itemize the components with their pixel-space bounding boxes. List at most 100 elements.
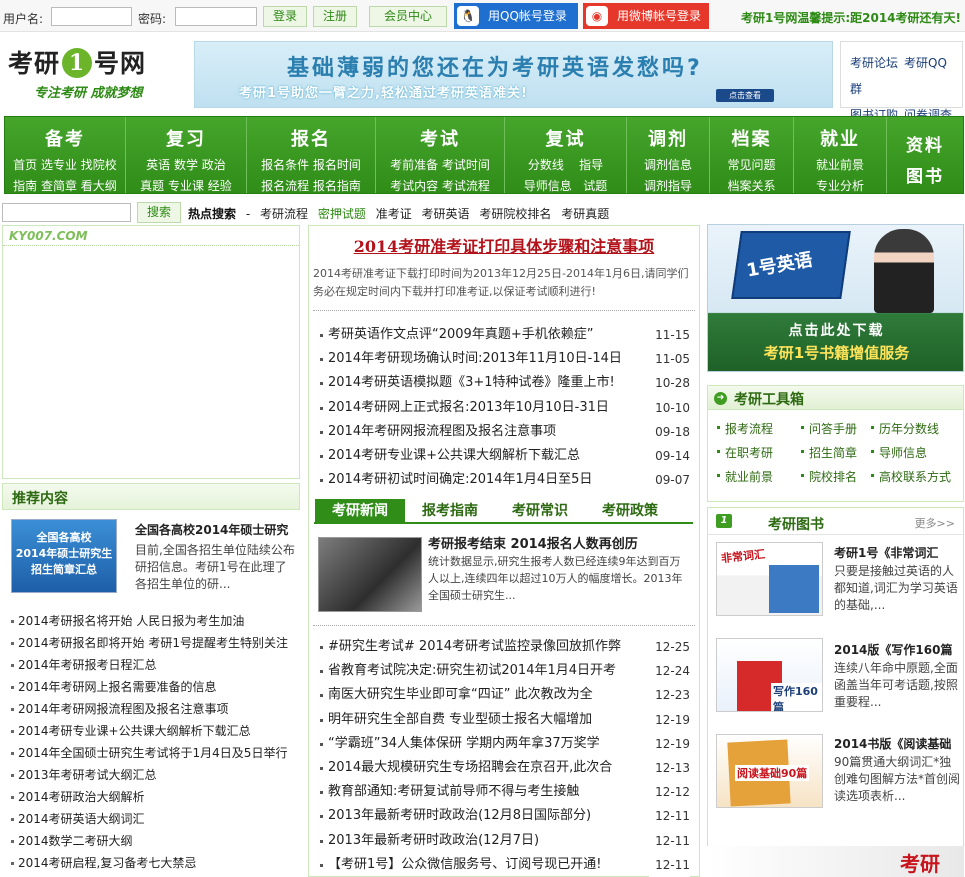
news-title[interactable]: 2014考研网上正式报名:2013年10月10日-31日 xyxy=(328,400,609,415)
site-search-input[interactable] xyxy=(2,203,131,222)
site-logo[interactable]: 考研 1 号网 专注考研 成就梦想 xyxy=(8,44,188,106)
nav-title[interactable]: 资料 xyxy=(887,131,963,156)
feature-news-photo[interactable] xyxy=(318,537,422,612)
username-input[interactable] xyxy=(51,7,132,26)
nav-row[interactable]: 专业分析 xyxy=(794,177,886,194)
site-search-button[interactable]: 搜索 xyxy=(137,202,181,223)
news-item[interactable]: “学霸班”34人集体保研 学期内两年拿37万奖学 12-19 xyxy=(320,731,690,756)
news-item[interactable]: 考研英语作文点评“2009年真题+手机依赖症” 11-15 xyxy=(320,323,690,347)
download-service-ad[interactable]: 1号英语 点击此处下载 考研1号书籍增值服务 xyxy=(707,224,964,372)
nav-title[interactable]: 调剂 xyxy=(627,125,709,151)
nav-row[interactable]: 考试内容 考试流程 xyxy=(376,177,504,194)
qq-login-button[interactable]: 🐧 用QQ帐号登录 xyxy=(454,3,578,29)
news-title[interactable]: 2014年考研现场确认时间:2013年11月10日-14日 xyxy=(328,351,622,366)
nav-retest[interactable]: 复试 分数线 指导 导师信息 试题 xyxy=(505,117,627,193)
news-title[interactable]: 省教育考试院决定:研究生初试2014年1月4日开考 xyxy=(328,663,616,678)
news-title[interactable]: 2013年最新考研时政政治(12月7日) xyxy=(328,833,539,848)
nav-row[interactable]: 分数线 指导 xyxy=(505,156,626,173)
nav-row[interactable]: 首页 选专业 找院校 xyxy=(5,156,125,173)
tool-link[interactable]: 导师信息 xyxy=(871,444,927,461)
news-item[interactable]: #研究生考试# 2014考研考试监控录像回放抓作弊 12-25 xyxy=(320,635,690,659)
news-title[interactable]: 2014考研初试时间确定:2014年1月4日至5日 xyxy=(328,472,592,487)
news-item[interactable]: 2014考研英语模拟题《3+1特种试卷》隆重上市! 10-28 xyxy=(320,371,690,396)
book-title[interactable]: 考研1号《非常词汇 xyxy=(834,544,962,561)
book-cover[interactable]: 非常词汇 xyxy=(716,542,823,616)
tab-knowledge[interactable]: 考研常识 xyxy=(495,499,585,524)
tool-link[interactable]: 招生简章 xyxy=(801,444,857,461)
nav-adjust[interactable]: 调剂 调剂信息 调剂指导 xyxy=(627,117,710,193)
news-item[interactable]: 2014最大规模研究生专场招聘会在京召开,此次合 12-13 xyxy=(320,755,690,780)
nav-career[interactable]: 就业 就业前景 专业分析 xyxy=(794,117,887,193)
hot-item[interactable]: 准考证 xyxy=(376,207,412,221)
nav-row[interactable]: 真题 专业课 经验 xyxy=(126,177,246,194)
hot-item[interactable]: 考研英语 xyxy=(422,207,470,221)
news-title[interactable]: 2014考研英语模拟题《3+1特种试卷》隆重上市! xyxy=(328,375,615,390)
nav-row[interactable]: 指南 查简章 看大纲 xyxy=(5,177,125,194)
forum-link[interactable]: 考研论坛 xyxy=(850,56,898,70)
nav-title[interactable]: 复习 xyxy=(126,125,246,151)
nav-row[interactable]: 调剂信息 xyxy=(627,156,709,173)
list-item[interactable]: 2014年全国硕士研究生考试将于1月4日及5日举行 xyxy=(10,742,300,764)
nav-title[interactable]: 报名 xyxy=(247,125,375,151)
nav-row[interactable]: 调剂指导 xyxy=(627,177,709,194)
news-title[interactable]: 2014考研专业课+公共课大纲解析下载汇总 xyxy=(328,448,580,463)
nav-materials[interactable]: 资料 图书 xyxy=(887,117,963,193)
book-cover[interactable]: 写作160篇 xyxy=(716,638,823,712)
nav-row[interactable]: 常见问题 xyxy=(710,156,793,173)
nav-archive[interactable]: 档案 常见问题 档案关系 xyxy=(710,117,794,193)
nav-title[interactable]: 复试 xyxy=(505,125,626,151)
recommend-title[interactable]: 全国各高校2014年硕士研究 xyxy=(135,521,288,538)
list-item[interactable]: 2014年考研网报流程图及报名注意事项 xyxy=(10,698,300,720)
nav-title[interactable]: 考试 xyxy=(376,125,504,151)
news-item[interactable]: 2014年考研网报流程图及报名注意事项 09-18 xyxy=(320,419,690,444)
book-title[interactable]: 2014书版《阅读基础 xyxy=(834,735,962,752)
news-item[interactable]: 2014年考研现场确认时间:2013年11月10日-14日 11-05 xyxy=(320,347,690,372)
nav-title[interactable]: 备考 xyxy=(5,125,125,151)
news-item[interactable]: 2013年最新考研时政政治(12月8日国际部分) 12-11 xyxy=(320,804,690,829)
news-item[interactable]: 教育部通知:考研复试前导师不得与考生接触 12-12 xyxy=(320,780,690,805)
news-item[interactable]: 明年研究生全部自费 专业型硕士报名大幅增加 12-19 xyxy=(320,707,690,732)
news-title[interactable]: #研究生考试# 2014考研考试监控录像回放抓作弊 xyxy=(328,639,621,654)
news-item[interactable]: 2014考研网上正式报名:2013年10月10日-31日 10-10 xyxy=(320,395,690,420)
list-item[interactable]: 2014考研政治大纲解析 xyxy=(10,786,300,808)
nav-row[interactable]: 导师信息 试题 xyxy=(505,177,626,194)
list-item[interactable]: 2014考研报名将开始 人民日报为考生加油 xyxy=(10,610,300,632)
member-center-button[interactable]: 会员中心 xyxy=(369,6,447,27)
banner-view-button[interactable]: 点击查看 xyxy=(716,89,774,102)
tool-link[interactable]: 问答手册 xyxy=(801,420,857,437)
news-title[interactable]: 明年研究生全部自费 专业型硕士报名大幅增加 xyxy=(328,712,592,727)
news-title[interactable]: 考研英语作文点评“2009年真题+手机依赖症” xyxy=(328,327,593,342)
nav-prep[interactable]: 备考 首页 选专业 找院校 指南 查简章 看大纲 xyxy=(5,117,126,193)
bottom-promo-label[interactable]: 考研 xyxy=(900,848,940,877)
nav-register[interactable]: 报名 报名条件 报名时间 报名流程 报名指南 xyxy=(247,117,376,193)
nav-row[interactable]: 报名条件 报名时间 xyxy=(247,156,375,173)
list-item[interactable]: 2014数学二考研大纲 xyxy=(10,830,300,852)
news-title[interactable]: 2014年考研网报流程图及报名注意事项 xyxy=(328,424,556,439)
news-item[interactable]: 2013年最新考研时政政治(12月7日) 12-11 xyxy=(320,828,690,853)
tool-link[interactable]: 在职考研 xyxy=(717,444,773,461)
tab-news[interactable]: 考研新闻 xyxy=(315,499,405,524)
books-more-link[interactable]: 更多>> xyxy=(915,515,955,531)
book-cover[interactable]: 阅读基础90篇 xyxy=(716,734,823,808)
news-title[interactable]: “学霸班”34人集体保研 学期内两年拿37万奖学 xyxy=(328,736,600,751)
password-input[interactable] xyxy=(175,7,257,26)
news-item[interactable]: 南医大研究生毕业即可拿“四证” 此次教改为全 12-23 xyxy=(320,683,690,708)
nav-title[interactable]: 档案 xyxy=(710,125,793,151)
news-item[interactable]: 2014考研初试时间确定:2014年1月4日至5日 09-07 xyxy=(320,468,690,493)
nav-row[interactable]: 报名流程 报名指南 xyxy=(247,177,375,194)
news-item[interactable]: 【考研1号】公众微信服务号、订阅号现已开通! 12-11 xyxy=(320,852,690,877)
list-item[interactable]: 2014考研报名即将开始 考研1号提醒考生特别关注 xyxy=(10,632,300,654)
nav-title[interactable]: 就业 xyxy=(794,125,886,151)
feature-news-title[interactable]: 考研报考结束 2014报名人数再创历 xyxy=(428,533,638,552)
list-item[interactable]: 2014考研专业课+公共课大纲解析下载汇总 xyxy=(10,720,300,742)
news-title[interactable]: 南医大研究生毕业即可拿“四证” 此次教改为全 xyxy=(328,687,593,702)
headline-link[interactable]: 2014考研准考证打印具体步骤和注意事项 xyxy=(308,233,700,257)
hot-item[interactable]: 考研院校排名 xyxy=(479,207,551,221)
tool-link[interactable]: 院校排名 xyxy=(801,468,857,485)
nav-review[interactable]: 复习 英语 数学 政治 真题 专业课 经验 xyxy=(126,117,247,193)
tool-link[interactable]: 报考流程 xyxy=(717,420,773,437)
hot-item[interactable]: 考研流程 xyxy=(260,207,308,221)
news-item[interactable]: 省教育考试院决定:研究生初试2014年1月4日开考 12-24 xyxy=(320,659,690,684)
news-title[interactable]: 2014最大规模研究生专场招聘会在京召开,此次合 xyxy=(328,760,612,775)
tool-link[interactable]: 历年分数线 xyxy=(871,420,939,437)
